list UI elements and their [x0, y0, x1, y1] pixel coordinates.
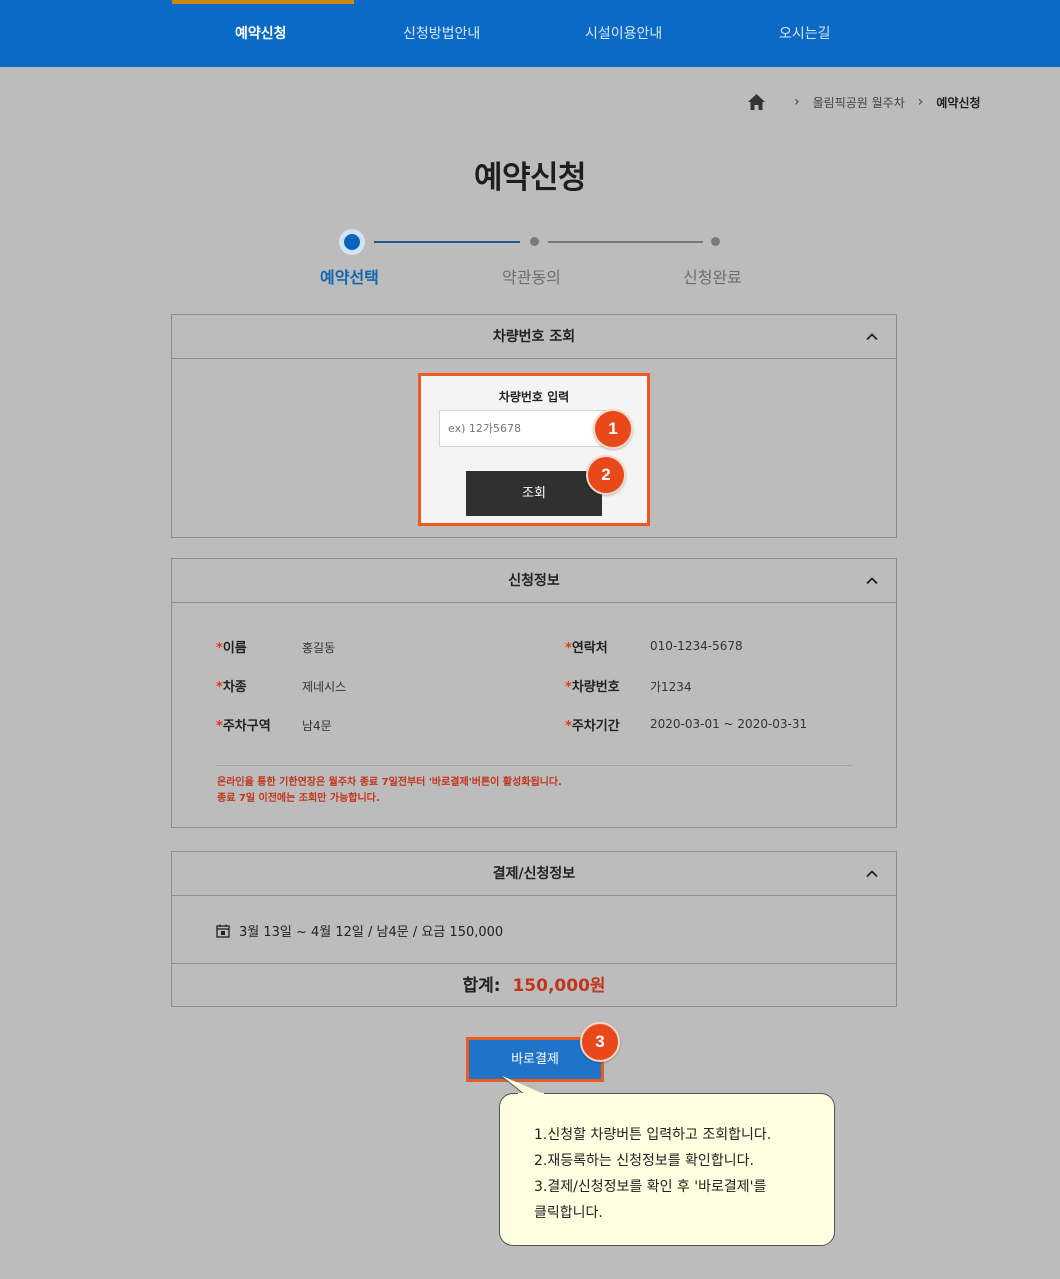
total-row: 합계: 150,000원	[172, 963, 896, 1007]
field-name-value: 홍길동	[302, 641, 336, 655]
tooltip-line-4: 클릭합니다.	[534, 1205, 603, 1221]
field-car-type-value: 제네시스	[302, 680, 347, 694]
breadcrumb-chevron-icon: ›	[917, 94, 924, 110]
payment-summary-row: 3월 13일 ~ 4월 12일 / 남4문 / 요금 150,000	[216, 921, 503, 940]
step-3-dot	[711, 237, 720, 246]
step-1-label: 예약선택	[320, 268, 379, 287]
calendar-icon	[216, 924, 230, 938]
vehicle-lookup-panel: 차량번호 조회 차량번호 입력 조회	[171, 314, 897, 538]
field-car-number-value: 가1234	[650, 680, 692, 694]
step-badge-2: 2	[586, 455, 626, 495]
nav-item-directions[interactable]: 오시는길	[779, 23, 831, 43]
step-badge-3: 3	[580, 1022, 620, 1062]
chevron-up-icon[interactable]	[866, 331, 878, 343]
info-divider	[216, 765, 852, 766]
tooltip-tail	[499, 1074, 544, 1096]
chevron-up-icon[interactable]	[866, 868, 878, 880]
application-info-panel: 신청정보 *이름 홍길동 *연락처 010-1234-5678 *차종 제네시스…	[171, 558, 897, 828]
field-name-key: *이름	[216, 641, 247, 656]
lookup-button[interactable]: 조회	[466, 471, 602, 516]
field-period-value: 2020-03-01 ~ 2020-03-31	[650, 717, 808, 731]
payment-info-title: 결제/신청정보	[492, 866, 576, 882]
tooltip-line-2: 2.재등록하는 신청정보를 확인합니다.	[534, 1153, 754, 1169]
application-info-title: 신청정보	[508, 573, 560, 589]
step-2-label: 약관동의	[502, 268, 561, 287]
vehicle-number-input[interactable]	[439, 410, 615, 447]
step-2-dot	[530, 237, 539, 246]
instruction-tooltip: 1.신청할 차량버튼 입력하고 조회합니다. 2.재등록하는 신청정보를 확인합…	[499, 1093, 835, 1246]
payment-summary-text: 3월 13일 ~ 4월 12일 / 남4문 / 요금 150,000	[239, 925, 504, 940]
total-label: 합계:	[462, 976, 501, 996]
breadcrumb-item-current: 예약신청	[936, 95, 981, 110]
total-amount: 150,000원	[512, 976, 606, 996]
step-badge-1: 1	[593, 409, 633, 449]
top-nav: 예약신청 신청방법안내 시설이용안내 오시는길	[0, 0, 1060, 67]
vehicle-number-label: 차량번호 입력	[498, 390, 570, 404]
home-icon[interactable]	[748, 94, 765, 110]
chevron-up-icon[interactable]	[866, 575, 878, 587]
nav-item-facility-guide[interactable]: 시설이용안내	[585, 23, 662, 43]
field-phone-value: 010-1234-5678	[650, 639, 743, 653]
vehicle-search-box: 차량번호 입력 조회	[418, 373, 650, 526]
step-1-active-dot	[339, 229, 365, 255]
step-3-label: 신청완료	[683, 268, 742, 287]
extension-notice: 온라인을 통한 기한연장은 월주차 종료 7일전부터 '바로결제'버튼이 활성화…	[217, 775, 562, 807]
vehicle-lookup-title: 차량번호 조회	[492, 329, 576, 345]
nav-accent-bar	[172, 0, 354, 4]
breadcrumb: › 올림픽공원 월주차 › 예약신청	[748, 92, 981, 112]
page-title: 예약신청	[473, 160, 587, 196]
vehicle-lookup-header[interactable]: 차량번호 조회	[172, 315, 896, 359]
payment-info-header[interactable]: 결제/신청정보	[172, 852, 896, 896]
nav-item-reservation[interactable]: 예약신청	[235, 23, 287, 43]
field-zone-value: 남4문	[302, 719, 332, 733]
breadcrumb-chevron-icon: ›	[794, 94, 800, 110]
field-car-type-key: *차종	[216, 680, 247, 695]
tooltip-line-3: 3.결제/신청정보를 확인 후 '바로결제'를	[534, 1179, 767, 1195]
step-connector-2	[548, 241, 703, 243]
application-info-header[interactable]: 신청정보	[172, 559, 896, 603]
step-connector-1	[374, 241, 520, 243]
notice-line-2: 종료 7일 이전에는 조회만 가능합니다.	[217, 793, 380, 804]
notice-line-1: 온라인을 통한 기한연장은 월주차 종료 7일전부터 '바로결제'버튼이 활성화…	[217, 777, 562, 788]
breadcrumb-item-parking[interactable]: 올림픽공원 월주차	[813, 94, 905, 111]
field-zone-key: *주차구역	[216, 719, 271, 734]
payment-info-panel: 결제/신청정보 3월 13일 ~ 4월 12일 / 남4문 / 요금 150,0…	[171, 851, 897, 1007]
tooltip-line-1: 1.신청할 차량버튼 입력하고 조회합니다.	[534, 1127, 772, 1143]
nav-item-how-to-apply[interactable]: 신청방법안내	[403, 23, 480, 43]
field-car-number-key: *차량번호	[565, 680, 620, 695]
field-phone-key: *연락처	[565, 641, 608, 656]
field-period-key: *주차기간	[565, 719, 620, 734]
